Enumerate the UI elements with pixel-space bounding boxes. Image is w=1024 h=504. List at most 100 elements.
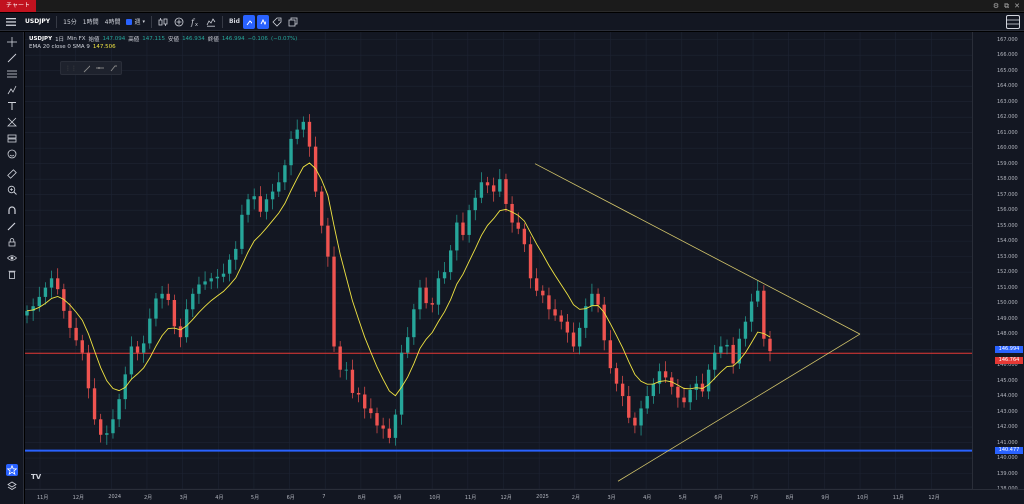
zoom-tool[interactable] [6,184,18,196]
alert-button[interactable] [269,15,285,29]
indicator-legend[interactable]: EMA 20 close 0 SMA 9 147.506 [29,44,116,50]
layout-button[interactable] [1006,15,1020,29]
price-tick-label: 159.000 [997,160,1018,167]
candle-body [688,389,692,403]
candle-body [412,309,416,338]
drag-handle-icon[interactable]: ⋮⋮ [65,65,77,72]
trendline-icon [7,53,17,63]
legend-interval: 1日 [55,37,65,43]
object-tree-tool[interactable] [6,480,18,492]
magnet-tool[interactable] [6,204,18,216]
last-price-tag: 146.994 [995,346,1023,354]
remove-drawings-tool[interactable] [6,268,18,280]
time-tick-label: 12月 [500,495,512,501]
symbol-search-button[interactable]: USDJPY [22,15,53,29]
candle-body [148,318,152,344]
price-chart[interactable] [25,32,972,489]
templates-button[interactable] [203,15,219,29]
interval-15m[interactable]: 15分 [60,15,80,29]
legend-symbol[interactable]: USDJPY [29,36,52,42]
compare-button[interactable] [171,15,187,29]
drawing-tools-sidebar [0,32,24,504]
interval-dropdown[interactable]: 週 ▾ [123,15,148,29]
lock-tool[interactable] [6,236,18,248]
interval-1h[interactable]: 1時間 [80,15,102,29]
candle-body [743,321,748,339]
trash-icon [8,270,16,279]
candle-body [111,419,115,434]
price-tick-label: 140.000 [997,455,1018,462]
stay-drawing-tool[interactable] [6,220,18,232]
settings-icon[interactable]: ⚙ [993,2,999,10]
pattern-tool[interactable] [6,116,18,128]
menu-button[interactable] [0,15,22,29]
candle-body [473,197,477,211]
icons-tool[interactable] [6,148,18,160]
candle-body [369,408,373,414]
ruler-tool[interactable] [6,168,18,180]
ray-icon[interactable] [110,63,117,73]
line-chart-toggle[interactable] [242,14,255,29]
chart-type-button[interactable] [155,15,171,29]
horizontal-ray-icon[interactable] [96,63,104,73]
red-level-tag: 146.764 [995,357,1023,365]
candles-icon [158,17,168,26]
price-tick-label: 150.000 [997,300,1018,307]
copy-layout-button[interactable] [285,15,301,29]
candle-body [209,278,213,282]
candle-body [320,191,324,226]
indicators-button[interactable]: fx [187,15,203,29]
fib-tool[interactable] [6,68,18,80]
candle-body [602,304,606,341]
emoji-icon [7,149,17,159]
candle-body [191,293,195,310]
candle-body [596,293,600,305]
legend-source: Min FX [67,36,86,42]
favorites-tool[interactable] [6,464,18,476]
time-tick-label: 2月 [571,495,580,501]
candle-body [768,338,772,352]
popout-icon[interactable]: ⧉ [1004,2,1009,11]
forecast-tool[interactable] [6,132,18,144]
trendline-tool[interactable] [6,52,18,64]
candle-body [756,290,760,302]
candle-body [252,196,256,200]
time-tick-label: 3月 [607,495,616,501]
time-tick-label: 4月 [215,495,224,501]
price-tick-label: 157.000 [997,191,1018,198]
candle-body [166,293,170,301]
candle-body [522,228,527,245]
brush-tool[interactable] [6,84,18,96]
bid-button[interactable]: Bid [226,15,243,29]
time-tick-label: 7 [322,494,326,500]
candle-body [614,368,619,384]
hide-tool[interactable] [6,252,18,264]
time-tick-label: 8月 [357,495,367,501]
time-tick-label: 5月 [250,495,260,501]
interval-4h[interactable]: 4時間 [102,15,124,29]
candle-body [98,419,103,435]
candle-body [172,300,177,327]
candle-body [56,278,60,290]
candle-body [92,388,97,420]
price-tick-label: 158.000 [997,176,1018,183]
price-tick-label: 162.000 [997,114,1018,121]
candle-body [424,287,428,304]
close-icon[interactable]: ✕ [1014,2,1020,10]
time-tick-label: 5月 [678,495,687,501]
crosshair-tool[interactable] [6,36,18,48]
trendline-icon[interactable] [83,63,91,73]
svg-text:x: x [195,22,198,27]
text-tool[interactable] [6,100,18,112]
wave-chart-toggle[interactable] [256,14,269,29]
price-axis[interactable]: 167.000 166.000 165.000 164.000 163.000 162.0… [972,32,1024,492]
chevron-down-icon: ▾ [142,18,145,25]
candle-body [141,343,146,353]
time-axis[interactable]: 11月 12月 2024 2月 3月 4月 5月 6月 7 8月 9月 10月 11月 12月 2025 2月… [25,489,1024,504]
chart-pane[interactable]: USDJPY 1日 Min FX 始値 147.094 高値 147.115 安… [25,32,972,489]
candle-body [645,396,649,409]
price-tick-label: 151.000 [997,284,1018,291]
candle-body [553,309,557,316]
forecast-icon [7,134,17,143]
ema-line [26,162,771,397]
